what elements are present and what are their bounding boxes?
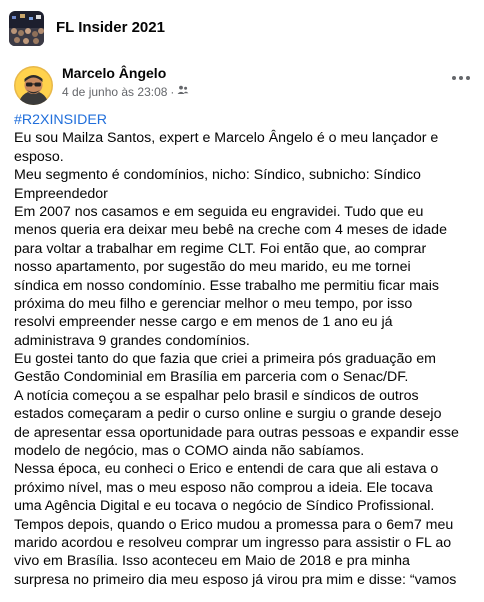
post-text-line: estados começaram a pedir o curso online… [14,406,442,423]
post-timestamp[interactable]: 4 de junho às 23:08 [62,85,167,99]
group-privacy-icon [177,84,189,99]
post-text-line: para voltar a trabalhar em regime CLT. F… [14,240,427,257]
more-horizontal-icon [452,76,470,80]
post-text-line: resolvi empreender nesse cargo e em meno… [14,314,393,331]
group-header: FL Insider 2021 [0,0,484,59]
post-text-line: Tempos depois, quando o Erico mudou a pr… [14,516,454,533]
post-text-line: Gestão Condominial em Brasília em parcer… [14,369,409,386]
post-text-line: de apresentar essa oportunidade para out… [14,424,459,441]
author-name[interactable]: Marcelo Ângelo [62,65,166,81]
post-text-line: Nessa época, eu conheci o Erico e entend… [14,461,439,478]
post-text-line: Meu segmento é condomínios, nicho: Síndi… [14,167,421,184]
post-text-line: uma Agência Digital e eu tocava o negóci… [14,498,435,515]
meta-separator: · [170,84,175,99]
post-text-line: nosso apartamento, por sugestão do meu m… [14,259,411,276]
group-name[interactable]: FL Insider 2021 [56,19,165,36]
post-text-line: Em 2007 nos casamos e em seguida eu engr… [14,203,424,220]
post-text-line: esposo. [14,148,64,165]
hashtag-link[interactable]: #R2XINSIDER [14,111,476,129]
post-body: #R2XINSIDER Eu sou Mailza Santos, expert… [14,111,476,589]
author-avatar[interactable] [14,66,53,105]
post-text-line: próximo nível, mas o meu esposo não comp… [14,479,433,496]
post-text-line: surpresa no primeiro dia meu esposo já v… [14,571,457,588]
post-text-line: próxima do meu filho e gerenciar melhor … [14,295,413,312]
post-text-line: Eu gostei tanto do que fazia que criei a… [14,351,436,368]
post-card: Marcelo Ângelo 4 de junho às 23:08 · #R2… [0,58,484,602]
post-meta: 4 de junho às 23:08 · [62,84,189,99]
post-text-line: Eu sou Mailza Santos, expert e Marcelo Â… [14,130,439,147]
post-text-line: menos queria era deixar meu bebê na crec… [14,222,447,239]
post-text-line: síndica em nosso condomínio. Esse trabal… [14,277,440,294]
group-cover-thumbnail[interactable] [9,11,44,46]
post-text-line: vivo em Brasília. Isso aconteceu em Maio… [14,553,410,570]
post-text-line: administrava 9 grandes condomínios. [14,332,250,349]
more-options-button[interactable] [450,70,472,86]
post-text-line: Empreendedor [14,185,108,202]
post-text-line: A notícia começou a se espalhar pelo bra… [14,387,419,404]
post-text-line: marido acordou e resolveu comprar um ing… [14,534,452,551]
post-text-line: modelo de negócio, mas o COMO ainda não … [14,443,365,460]
